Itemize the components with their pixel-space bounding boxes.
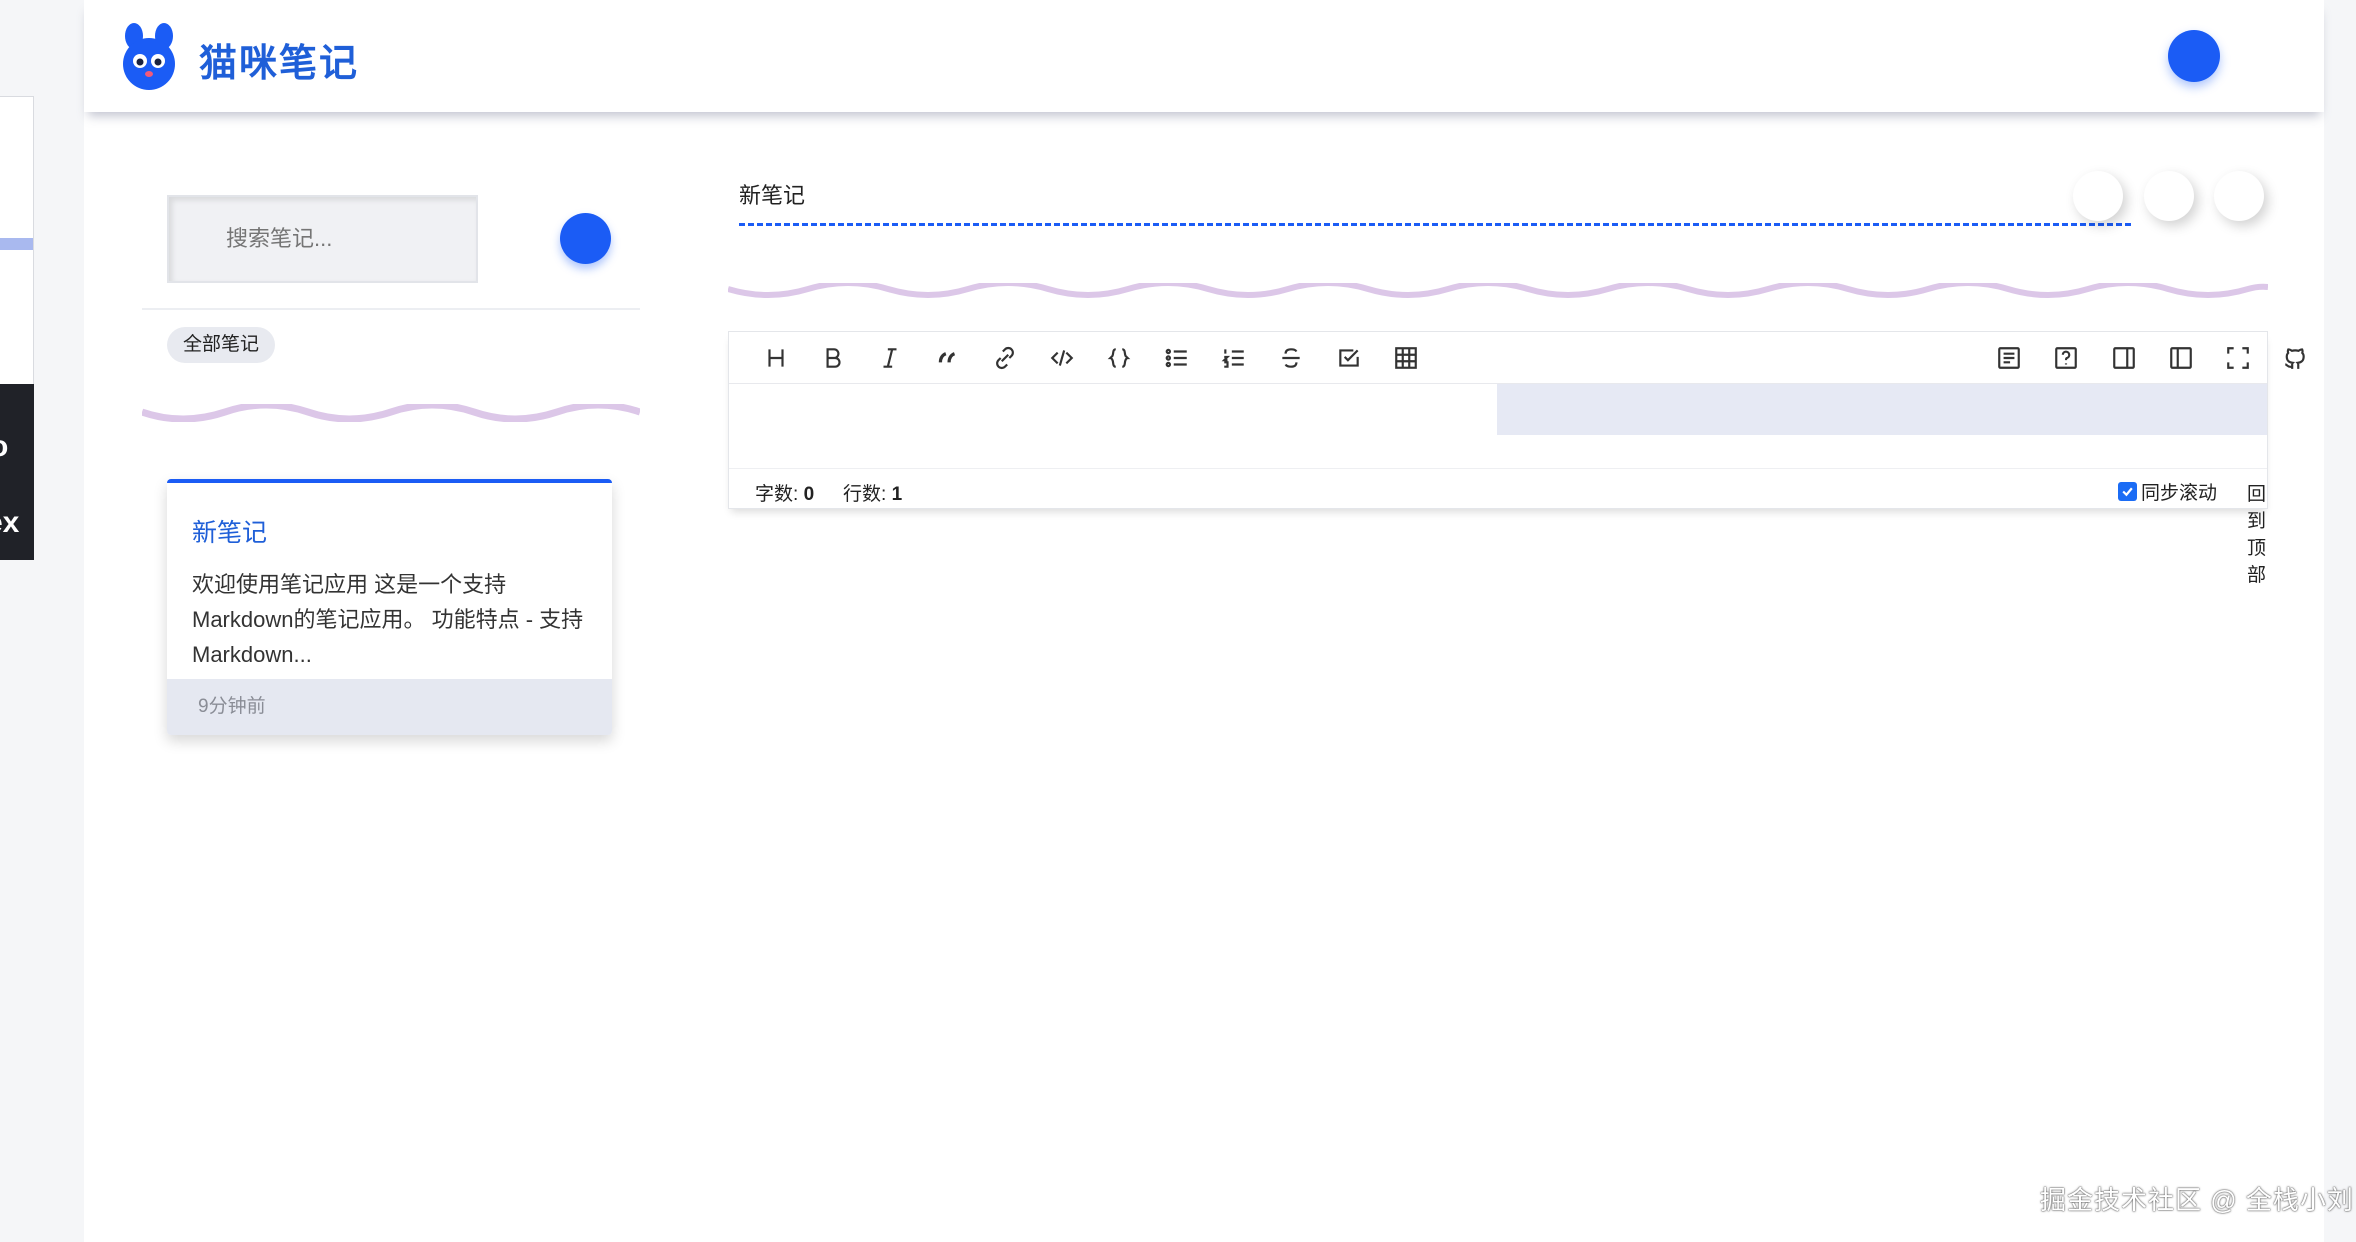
background-window-bar bbox=[0, 238, 33, 250]
action-button-3[interactable] bbox=[2214, 171, 2264, 221]
task-list-icon[interactable] bbox=[1334, 343, 1364, 373]
action-button-1[interactable] bbox=[2073, 171, 2123, 221]
editor-only-icon[interactable] bbox=[2166, 343, 2196, 373]
background-text-1: o bbox=[0, 430, 8, 464]
app-header: 猫咪笔记 bbox=[84, 0, 2324, 112]
word-count: 字数: 0 bbox=[755, 479, 814, 506]
line-count-value: 1 bbox=[891, 484, 903, 505]
watermark: 掘金技术社区 @ 全栈小刘 bbox=[2040, 1185, 2354, 1215]
check-icon bbox=[2122, 487, 2133, 497]
search-button[interactable] bbox=[560, 213, 611, 264]
italic-icon[interactable] bbox=[875, 343, 905, 373]
preview-pane bbox=[1497, 384, 2267, 435]
word-count-value: 0 bbox=[803, 484, 815, 505]
bold-icon[interactable] bbox=[818, 343, 848, 373]
editor-wave-divider bbox=[728, 283, 2268, 298]
unordered-list-icon[interactable] bbox=[1162, 343, 1192, 373]
editor-toolbar bbox=[729, 332, 2305, 384]
help-icon[interactable] bbox=[2051, 343, 2081, 373]
sidebar-divider bbox=[142, 308, 640, 310]
line-count: 行数: 1 bbox=[843, 479, 902, 506]
note-card[interactable]: 新笔记 欢迎使用笔记应用 这是一个支持Markdown的笔记应用。 功能特点 -… bbox=[167, 479, 612, 735]
strikethrough-icon[interactable] bbox=[1276, 343, 1306, 373]
note-card-excerpt: 欢迎使用笔记应用 这是一个支持Markdown的笔记应用。 功能特点 - 支持M… bbox=[192, 572, 584, 667]
action-button-2[interactable] bbox=[2144, 171, 2194, 221]
code-block-icon[interactable] bbox=[1104, 343, 1134, 373]
markdown-editor: 字数: 0 行数: 1 同步滚动 回到顶部 bbox=[728, 331, 2305, 586]
word-count-label: 字数: bbox=[755, 484, 799, 505]
back-to-top-link[interactable]: 回到顶部 bbox=[2247, 479, 2267, 587]
app-title: 猫咪笔记 bbox=[199, 43, 360, 85]
sync-scroll-checkbox[interactable] bbox=[2118, 482, 2137, 501]
sync-scroll-toggle[interactable]: 同步滚动 bbox=[2118, 478, 2217, 505]
sidebar-wave-divider bbox=[142, 404, 640, 422]
note-card-title: 新笔记 bbox=[192, 519, 268, 547]
fullscreen-icon[interactable] bbox=[2223, 343, 2253, 373]
quote-icon[interactable] bbox=[933, 343, 963, 373]
cat-logo-icon bbox=[123, 23, 175, 90]
ordered-list-icon[interactable] bbox=[1219, 343, 1249, 373]
github-icon[interactable] bbox=[2280, 343, 2310, 373]
heading-icon[interactable] bbox=[761, 343, 791, 373]
notes-app: 猫咪笔记 全部笔记 新笔记 欢迎使用笔记应用 这是一个支持Markdown的笔记… bbox=[84, 0, 2324, 1242]
preview-only-icon[interactable] bbox=[2109, 343, 2139, 373]
sync-scroll-label: 同步滚动 bbox=[2141, 483, 2218, 504]
link-icon[interactable] bbox=[990, 343, 1020, 373]
search-input[interactable] bbox=[167, 195, 478, 283]
tag-all-notes[interactable]: 全部笔记 bbox=[167, 327, 276, 363]
table-icon[interactable] bbox=[1391, 343, 1421, 373]
note-title-input[interactable] bbox=[739, 172, 2131, 226]
line-count-label: 行数: bbox=[843, 484, 887, 505]
note-card-time: 9分钟前 bbox=[167, 679, 612, 735]
background-window-dark-panel: o ex bbox=[0, 384, 34, 560]
toc-icon[interactable] bbox=[1994, 343, 2024, 373]
user-avatar-button[interactable] bbox=[2168, 30, 2220, 82]
code-icon[interactable] bbox=[1047, 343, 1077, 373]
background-text-2: ex bbox=[0, 506, 20, 539]
editor-status-bar: 字数: 0 行数: 1 同步滚动 回到顶部 bbox=[729, 468, 2267, 586]
